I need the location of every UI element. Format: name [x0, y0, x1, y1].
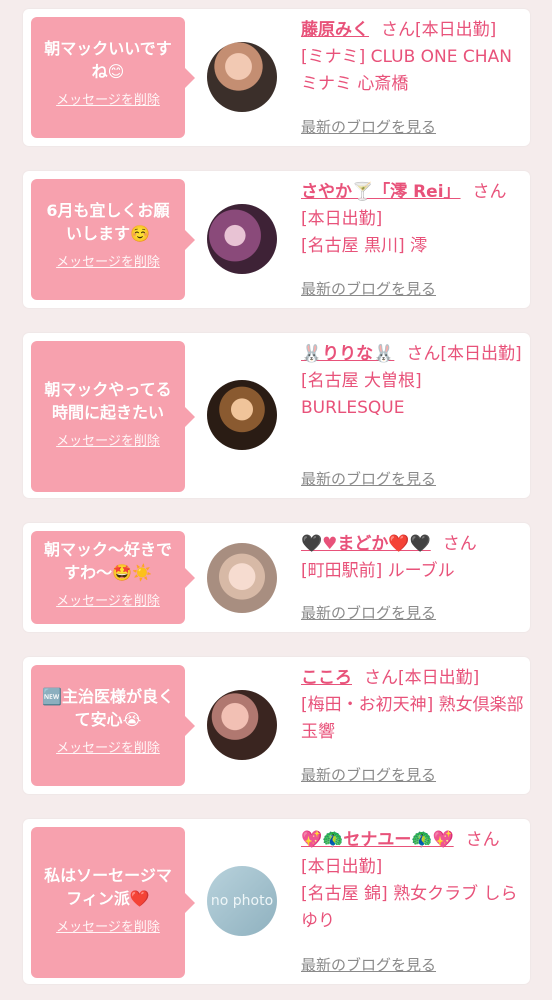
message-card: 🆕主治医様が良くて安心😭 メッセージを削除 こころ さん[本日出勤] [梅田・お初… — [23, 657, 530, 794]
status-text: [本日出勤] — [398, 668, 480, 688]
message-bubble: 朝マックいいですね😊 メッセージを削除 — [31, 17, 195, 138]
latest-blog-link[interactable]: 最新のブログを見る — [301, 602, 436, 623]
profile-name-link[interactable]: さやか🍸「澪 Rei」 — [301, 182, 461, 202]
latest-blog-link[interactable]: 最新のブログを見る — [301, 116, 436, 137]
latest-blog-link[interactable]: 最新のブログを見る — [301, 764, 436, 785]
message-bubble: 朝マック〜好きですわ〜🤩☀️ メッセージを削除 — [31, 531, 195, 624]
delete-message-link[interactable]: メッセージを削除 — [56, 916, 160, 935]
avatar[interactable] — [207, 204, 277, 274]
message-text: 朝マック〜好きですわ〜🤩☀️ — [43, 540, 172, 582]
shop-detail: [名古屋 黒川] 澪 — [301, 236, 428, 256]
delete-message-link[interactable]: メッセージを削除 — [56, 737, 160, 756]
message-card: 朝マック〜好きですわ〜🤩☀️ メッセージを削除 🖤♥まどか❤️🖤 さん [町田駅前… — [23, 523, 530, 632]
delete-message-link[interactable]: メッセージを削除 — [56, 251, 160, 270]
status-text: [本日出勤] — [301, 209, 383, 229]
avatar[interactable]: no photo — [207, 866, 277, 936]
honorific: さん — [442, 534, 477, 554]
message-bubble: 私はソーセージマフィン派❤️ メッセージを削除 — [31, 827, 195, 978]
shop-detail: [町田駅前] ルーブル — [301, 561, 455, 581]
message-bubble: 朝マックやってる時間に起きたい メッセージを削除 — [31, 341, 195, 492]
profile-name-link[interactable]: 🖤♥まどか❤️🖤 — [301, 534, 431, 554]
latest-blog-link[interactable]: 最新のブログを見る — [301, 954, 436, 975]
message-text: 朝マックいいですね😊 — [44, 39, 172, 81]
no-photo-placeholder: no photo — [210, 893, 274, 909]
honorific: さん — [406, 344, 441, 364]
message-text: 6月も宜しくお願いします☺️ — [46, 201, 170, 243]
message-bubble: 6月も宜しくお願いします☺️ メッセージを削除 — [31, 179, 195, 300]
profile-name-link[interactable]: 藤原みく — [301, 20, 369, 40]
honorific: さん — [364, 668, 398, 688]
shop-detail: [名古屋 錦] 熟女クラブ しらゆり — [301, 884, 518, 931]
avatar[interactable] — [207, 543, 277, 613]
status-text: [本日出勤] — [301, 857, 383, 877]
message-card: 私はソーセージマフィン派❤️ メッセージを削除 no photo 💖🦚セナユー🦚… — [23, 819, 530, 984]
latest-blog-link[interactable]: 最新のブログを見る — [301, 468, 436, 489]
status-text: [本日出勤] — [440, 344, 522, 364]
message-card: 朝マックやってる時間に起きたい メッセージを削除 🐰りりな🐰 さん[本日出勤] [… — [23, 333, 530, 498]
avatar[interactable] — [207, 380, 277, 450]
avatar[interactable] — [207, 42, 277, 112]
message-card: 6月も宜しくお願いします☺️ メッセージを削除 さやか🍸「澪 Rei」 さん [本… — [23, 171, 530, 308]
delete-message-link[interactable]: メッセージを削除 — [56, 430, 160, 449]
message-text: 私はソーセージマフィン派❤️ — [44, 866, 172, 908]
honorific: さん — [472, 182, 507, 202]
shop-detail: [名古屋 大曽根] BURLESQUE — [301, 371, 422, 418]
delete-message-link[interactable]: メッセージを削除 — [56, 89, 160, 108]
shop-detail: [ミナミ] CLUB ONE CHAN ミナミ 心斎橋 — [301, 47, 512, 94]
shop-detail: [梅田・お初天神] 熟女倶楽部 玉響 — [301, 695, 524, 742]
message-card: 朝マックいいですね😊 メッセージを削除 藤原みく さん[本日出勤] [ミナミ] C… — [23, 9, 530, 146]
message-text: 朝マックやってる時間に起きたい — [44, 380, 172, 422]
avatar[interactable] — [207, 690, 277, 760]
delete-message-link[interactable]: メッセージを削除 — [56, 590, 160, 609]
latest-blog-link[interactable]: 最新のブログを見る — [301, 278, 436, 299]
profile-name-link[interactable]: 🐰りりな🐰 — [301, 344, 394, 364]
status-text: [本日出勤] — [415, 20, 497, 40]
profile-name-link[interactable]: こころ — [301, 668, 352, 688]
honorific: さん — [465, 830, 500, 850]
message-text: 🆕主治医様が良くて安心😭 — [42, 687, 174, 729]
honorific: さん — [381, 20, 415, 40]
message-bubble: 🆕主治医様が良くて安心😭 メッセージを削除 — [31, 665, 195, 786]
profile-name-link[interactable]: 💖🦚セナユー🦚💖 — [301, 830, 454, 850]
